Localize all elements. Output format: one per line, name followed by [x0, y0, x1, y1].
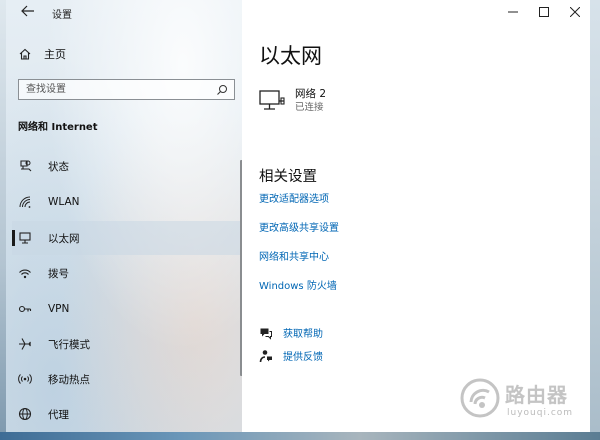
- status-icon: [20, 160, 32, 172]
- change-adapter-options-link[interactable]: 更改适配器选项: [259, 190, 329, 205]
- back-button[interactable]: [16, 4, 40, 22]
- related-settings-title: 相关设置: [259, 169, 317, 185]
- app-title: 设置: [52, 10, 72, 21]
- minimize-button[interactable]: [497, 0, 528, 24]
- minimize-icon: [507, 11, 518, 13]
- close-button[interactable]: [559, 0, 590, 24]
- home-icon: [19, 48, 31, 60]
- sidebar-item-label: 代理: [48, 408, 69, 421]
- desktop-background-right: [590, 0, 600, 440]
- sidebar-item-airplane[interactable]: 飞行模式: [12, 327, 242, 361]
- sidebar-item-label: 拨号: [48, 267, 69, 280]
- main-content: 以太网 网络 2 已连接 相关设置 更改适配器选项 更改高级共享设置 网络和共享…: [242, 0, 590, 432]
- sidebar-item-vpn[interactable]: VPN: [12, 292, 242, 326]
- page-title: 以太网: [259, 44, 322, 68]
- search-input[interactable]: [19, 79, 216, 100]
- sidebar-item-label: 移动热点: [48, 373, 90, 386]
- home-label: 主页: [44, 48, 66, 61]
- get-help-label: 获取帮助: [283, 329, 323, 340]
- sidebar-item-label: WLAN: [48, 196, 80, 208]
- network-status: 已连接: [295, 102, 324, 113]
- section-title: 网络和 Internet: [18, 122, 98, 133]
- search-icon: [217, 84, 227, 95]
- give-feedback-link[interactable]: 提供反馈: [259, 348, 323, 363]
- vpn-icon: [18, 305, 32, 313]
- close-icon: [569, 7, 580, 17]
- back-arrow-icon: [21, 5, 34, 17]
- watermark-text-en: luyouqi.com: [507, 408, 574, 418]
- dialup-icon: [19, 269, 31, 279]
- feedback-person-icon: [259, 349, 272, 362]
- globe-icon: [18, 407, 32, 421]
- sidebar-item-proxy[interactable]: 代理: [12, 397, 242, 431]
- window-controls: [497, 0, 590, 24]
- watermark-text-cn: 路由器: [505, 383, 568, 407]
- network-sharing-center-link[interactable]: 网络和共享中心: [259, 248, 329, 263]
- sidebar-item-status[interactable]: 状态: [12, 149, 242, 183]
- airplane-icon: [19, 338, 31, 350]
- wifi-icon: [19, 196, 31, 208]
- router-logo-icon: [460, 378, 500, 418]
- desktop-background-bottom: [0, 432, 600, 440]
- sidebar-item-label: VPN: [48, 303, 70, 315]
- network-connection-item[interactable]: 网络 2 已连接: [259, 86, 459, 120]
- sidebar-item-label: 飞行模式: [48, 338, 90, 351]
- hotspot-icon: [18, 374, 32, 384]
- settings-window: 设置 主页 网络和 Internet 状态 WLAN 以太网 拨号: [0, 0, 600, 440]
- maximize-button[interactable]: [528, 0, 559, 24]
- sidebar: 设置 主页 网络和 Internet 状态 WLAN 以太网 拨号: [6, 0, 243, 432]
- watermark: 路由器 luyouqi.com: [460, 376, 590, 426]
- change-advanced-sharing-link[interactable]: 更改高级共享设置: [259, 219, 339, 234]
- network-name: 网络 2: [295, 88, 327, 100]
- network-monitor-icon: [259, 90, 285, 110]
- active-indicator: [12, 230, 15, 246]
- windows-firewall-link[interactable]: Windows 防火墙: [259, 277, 337, 292]
- ethernet-icon: [19, 232, 31, 244]
- sidebar-item-hotspot[interactable]: 移动热点: [12, 362, 242, 396]
- get-help-link[interactable]: 获取帮助: [259, 325, 323, 340]
- sidebar-item-label: 状态: [48, 160, 69, 173]
- maximize-icon: [538, 7, 549, 17]
- home-nav-item[interactable]: 主页: [12, 44, 238, 64]
- sidebar-item-label: 以太网: [48, 232, 80, 245]
- chat-help-icon: [260, 328, 272, 340]
- give-feedback-label: 提供反馈: [283, 352, 323, 363]
- search-box[interactable]: [18, 79, 235, 100]
- sidebar-item-wlan[interactable]: WLAN: [12, 185, 242, 219]
- sidebar-item-dialup[interactable]: 拨号: [12, 256, 242, 290]
- sidebar-item-ethernet[interactable]: 以太网: [12, 221, 242, 255]
